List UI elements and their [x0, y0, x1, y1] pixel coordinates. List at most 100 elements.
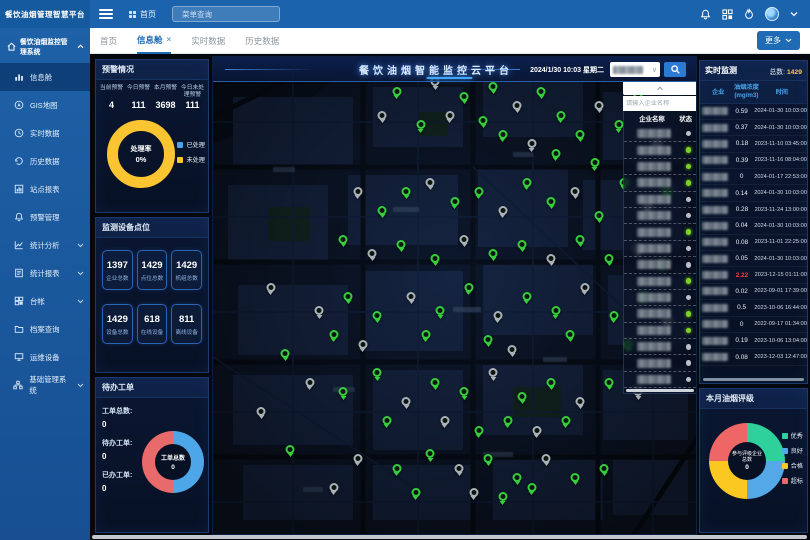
map-pin-offline[interactable] — [305, 378, 314, 391]
company-row-13[interactable] — [624, 339, 696, 355]
company-row-9[interactable] — [624, 274, 696, 290]
map-pin-offline[interactable] — [469, 488, 478, 501]
map-pin-offline[interactable] — [315, 306, 324, 319]
map-pin-online[interactable] — [522, 178, 531, 191]
bell-icon[interactable] — [700, 9, 711, 20]
map-pin-online[interactable] — [281, 349, 290, 362]
map-pin-online[interactable] — [551, 149, 560, 162]
chevron-down-icon[interactable] — [790, 11, 798, 17]
realtime-row-0[interactable]: 0.592024-01-30 10:03:00 — [700, 104, 807, 120]
more-button[interactable]: 更多 — [757, 31, 800, 50]
map-pin-online[interactable] — [373, 311, 382, 324]
close-icon[interactable]: × — [167, 35, 172, 44]
company-row-3[interactable] — [624, 175, 696, 191]
map-pin-offline[interactable] — [445, 111, 454, 124]
realtime-row-9[interactable]: 0.052024-01-30 10:03:00 — [700, 251, 807, 267]
map-pin-online[interactable] — [464, 283, 473, 296]
tab-2[interactable]: 实时数据 — [191, 28, 225, 54]
map-pin-offline[interactable] — [527, 139, 536, 152]
map-pin-offline[interactable] — [368, 249, 377, 262]
map-pin-offline[interactable] — [576, 397, 585, 410]
map-pin-offline[interactable] — [455, 464, 464, 477]
company-row-8[interactable] — [624, 257, 696, 273]
map-pin-online[interactable] — [503, 416, 512, 429]
map-pin-offline[interactable] — [595, 101, 604, 114]
map-pin-online[interactable] — [286, 445, 295, 458]
realtime-row-6[interactable]: 0.282023-11-24 13:00:00 — [700, 202, 807, 218]
map-pin-online[interactable] — [556, 111, 565, 124]
company-row-10[interactable] — [624, 290, 696, 306]
flame-icon[interactable] — [744, 8, 754, 20]
tab-0[interactable]: 首页 — [100, 28, 117, 54]
map-pin-online[interactable] — [522, 292, 531, 305]
horizontal-scrollbar[interactable] — [92, 535, 807, 539]
map-pin-online[interactable] — [537, 87, 546, 100]
map-pin-online[interactable] — [479, 116, 488, 129]
search-input[interactable] — [182, 10, 279, 19]
map-pin-online[interactable] — [527, 483, 536, 496]
company-row-6[interactable] — [624, 224, 696, 240]
avatar[interactable] — [765, 7, 779, 21]
map-pin-offline[interactable] — [508, 345, 517, 358]
map-pin-offline[interactable] — [402, 397, 411, 410]
sidebar-item-2[interactable]: 实时数据 — [0, 119, 90, 147]
realtime-row-15[interactable]: 0.082023-12-03 12:47:00 — [700, 349, 807, 365]
map-pin-offline[interactable] — [358, 340, 367, 353]
map-pin-online[interactable] — [329, 330, 338, 343]
map-pin-offline[interactable] — [532, 426, 541, 439]
map-pin-online[interactable] — [392, 87, 401, 100]
map-canvas[interactable]: 餐饮油烟智能监控云平台 2024/1/30 10:03 星期二 ∨ 企业名称 状… — [212, 56, 697, 535]
map-pin-online[interactable] — [339, 235, 348, 248]
map-pin-online[interactable] — [474, 187, 483, 200]
company-row-12[interactable] — [624, 323, 696, 339]
company-search-input[interactable] — [626, 100, 694, 107]
map-pin-online[interactable] — [411, 488, 420, 501]
map-pin-offline[interactable] — [353, 454, 362, 467]
company-row-4[interactable] — [624, 192, 696, 208]
map-pin-online[interactable] — [382, 416, 391, 429]
map-pin-online[interactable] — [484, 454, 493, 467]
company-row-0[interactable] — [624, 126, 696, 142]
map-pin-online[interactable] — [339, 387, 348, 400]
company-row-7[interactable] — [624, 241, 696, 257]
company-row-2[interactable] — [624, 159, 696, 175]
map-pin-online[interactable] — [498, 130, 507, 143]
map-pin-online[interactable] — [566, 330, 575, 343]
map-pin-online[interactable] — [484, 335, 493, 348]
realtime-row-7[interactable]: 0.042024-01-30 10:03:00 — [700, 218, 807, 234]
realtime-row-12[interactable]: 0.52023-10-06 16:44:00 — [700, 300, 807, 316]
company-select[interactable]: ∨ — [610, 62, 660, 77]
map-pin-offline[interactable] — [489, 368, 498, 381]
map-pin-online[interactable] — [460, 92, 469, 105]
realtime-row-11[interactable]: 0.022023-09-01 17:39:00 — [700, 284, 807, 300]
map-pin-online[interactable] — [605, 378, 614, 391]
sidebar-item-10[interactable]: 运维设备 — [0, 343, 90, 371]
map-pin-online[interactable] — [474, 426, 483, 439]
realtime-row-3[interactable]: 0.392023-11-16 08:04:00 — [700, 153, 807, 169]
dropdown-scrollbar[interactable] — [626, 389, 694, 392]
map-pin-online[interactable] — [460, 387, 469, 400]
sidebar-item-8[interactable]: 台帐 — [0, 287, 90, 315]
map-pin-online[interactable] — [431, 254, 440, 267]
map-pin-offline[interactable] — [571, 187, 580, 200]
map-pin-offline[interactable] — [353, 187, 362, 200]
map-pin-offline[interactable] — [257, 407, 266, 420]
sidebar-item-11[interactable]: 基础管理系统 — [0, 371, 90, 399]
map-pin-online[interactable] — [600, 464, 609, 477]
map-pin-online[interactable] — [595, 211, 604, 224]
map-pin-online[interactable] — [561, 416, 570, 429]
sidebar-item-5[interactable]: 预警管理 — [0, 203, 90, 231]
map-pin-online[interactable] — [402, 187, 411, 200]
realtime-scrollbar[interactable] — [703, 378, 804, 381]
realtime-row-14[interactable]: 0.192023-10-06 13:04:00 — [700, 333, 807, 349]
map-pin-online[interactable] — [571, 473, 580, 486]
map-pin-online[interactable] — [518, 392, 527, 405]
map-pin-offline[interactable] — [513, 101, 522, 114]
map-pin-online[interactable] — [605, 254, 614, 267]
map-pin-online[interactable] — [614, 120, 623, 133]
sidebar-item-3[interactable]: 历史数据 — [0, 147, 90, 175]
sidebar-item-1[interactable]: GIS地图 — [0, 91, 90, 119]
breadcrumb[interactable]: 首页 — [129, 9, 156, 20]
map-pin-online[interactable] — [576, 235, 585, 248]
company-row-15[interactable] — [624, 372, 696, 388]
